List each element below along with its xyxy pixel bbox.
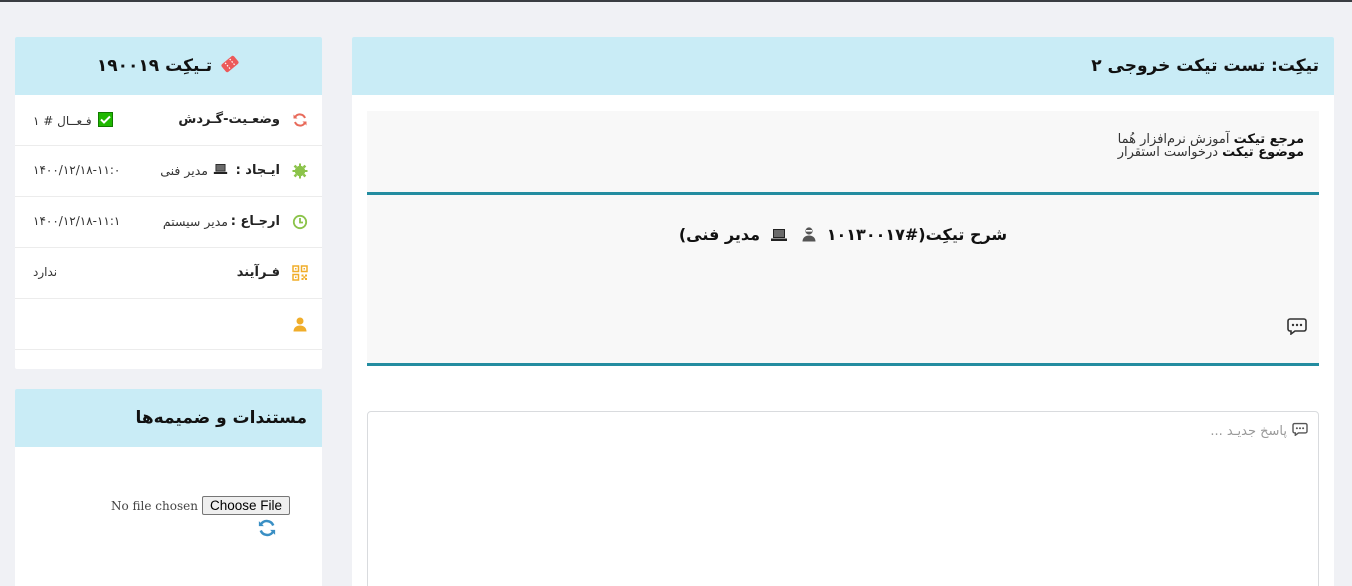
window-top-border — [0, 0, 1352, 2]
ticket-summary-header: تـیکِت ۱۹۰۰۱۹ — [15, 37, 322, 95]
ticket-summary-title: تـیکِت ۱۹۰۰۱۹ — [96, 56, 213, 76]
row-user — [15, 299, 322, 350]
assigned-date: ۱۴۰۰/۱۲/۱۸-۱۱:۱ — [33, 214, 121, 228]
ticket-title-header: تیکِت: تست تیکت خروجی ۲ — [352, 37, 1334, 95]
created-by: مدیر فنی — [160, 163, 228, 178]
reply-textarea[interactable]: پاسخ جدیـد ... — [367, 411, 1319, 586]
comment-icon[interactable] — [1287, 317, 1307, 336]
status-active-text: فـعــال # ۱ — [33, 114, 92, 128]
assigned-label: ارجـاع : — [230, 214, 280, 229]
no-file-text: No file chosen — [111, 498, 198, 513]
qr-icon — [292, 265, 308, 281]
row-process: فـرآیند ندارد — [15, 248, 322, 299]
reply-comment-icon — [1292, 422, 1308, 440]
reply-placeholder: پاسخ جدیـد ... — [1210, 422, 1308, 440]
process-value: ندارد — [33, 265, 58, 279]
refresh-icon — [292, 112, 308, 128]
check-icon — [97, 112, 113, 130]
ticket-subject-value: درخواست استقرار — [1117, 145, 1219, 160]
status-label: وضعـیت-گـردش — [178, 112, 280, 127]
attachments-card: مستندات و ضمیمه‌ها No file chosen Choose… — [15, 389, 322, 586]
ticket-info-block: مرجع تیکت آموزش نرم‌افزار هُما موضوع تیک… — [367, 111, 1319, 195]
created-label: ایـجاد : — [235, 163, 280, 178]
row-status: وضعـیت-گـردش فـعــال # ۱ — [15, 95, 322, 146]
description-heading-prefix: شرح تیکِت(#۱۰۱۳۰۰۱۷ — [826, 225, 1008, 244]
laptop-icon — [770, 227, 788, 246]
file-input[interactable]: No file chosen Choose File — [111, 496, 291, 515]
user-icon — [292, 316, 308, 332]
attachments-title: مستندات و ضمیمه‌ها — [135, 408, 307, 428]
ticket-title: تیکِت: تست تیکت خروجی ۲ — [1091, 56, 1319, 76]
clock-icon — [292, 214, 308, 230]
created-by-text: مدیر فنی — [160, 163, 208, 178]
assigned-to: مدیر سیستم — [162, 214, 228, 229]
attachments-header: مستندات و ضمیمه‌ها — [15, 389, 322, 447]
ticket-subject-label: موضوع تیکت — [1222, 145, 1304, 160]
ticket-tag-icon — [220, 55, 240, 78]
laptop-icon — [213, 163, 228, 178]
row-created: ایـجاد : مدیر فنی ۱۴۰۰/۱۲/۱۸-۱۱:۰ — [15, 146, 322, 197]
ticket-subject-line: موضوع تیکت درخواست استقرار — [382, 146, 1304, 159]
gear-icon — [292, 163, 308, 179]
choose-file-button[interactable]: Choose File — [201, 496, 291, 515]
ticket-description-block: شرح تیکِت(#۱۰۱۳۰۰۱۷ مدیر فنی) — [367, 195, 1319, 366]
status-value: فـعــال # ۱ — [33, 112, 113, 130]
agent-icon — [801, 226, 817, 246]
ticket-detail-panel: تیکِت: تست تیکت خروجی ۲ مرجع تیکت آموزش … — [352, 37, 1334, 586]
row-assigned: ارجـاع : مدیر سیستم ۱۴۰۰/۱۲/۱۸-۱۱:۱ — [15, 197, 322, 248]
ticket-summary-card: تـیکِت ۱۹۰۰۱۹ وضعـیت-گـردش فـعــال # ۱ ا… — [15, 37, 322, 369]
refresh-icon[interactable] — [257, 518, 277, 538]
created-date: ۱۴۰۰/۱۲/۱۸-۱۱:۰ — [33, 163, 121, 177]
ticket-description-heading: شرح تیکِت(#۱۰۱۳۰۰۱۷ مدیر فنی) — [367, 225, 1319, 246]
description-heading-author: مدیر فنی) — [678, 225, 761, 244]
reply-placeholder-text: پاسخ جدیـد ... — [1210, 423, 1287, 439]
process-label: فـرآیند — [236, 265, 280, 280]
